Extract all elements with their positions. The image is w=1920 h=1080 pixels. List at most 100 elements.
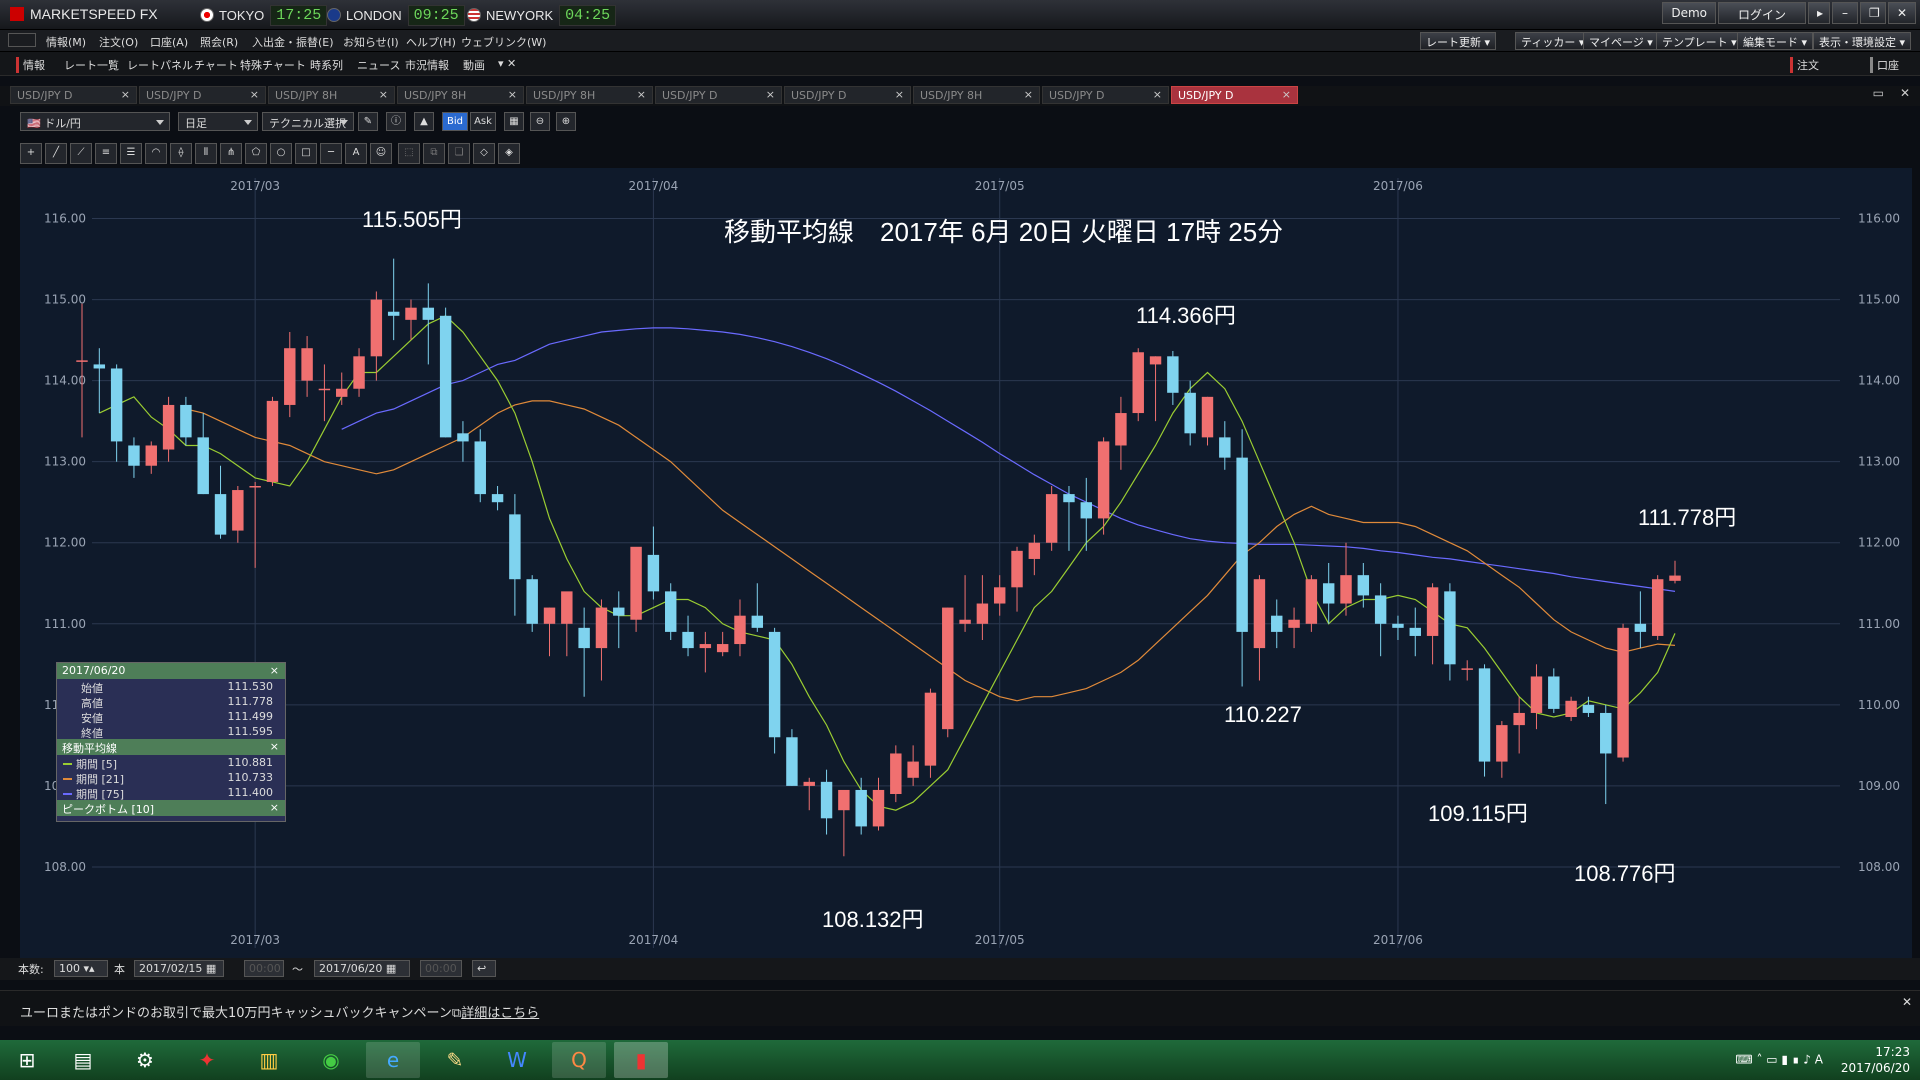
close-chart-icon[interactable]: ✕ <box>1900 86 1910 100</box>
grid-icon[interactable]: ▦ <box>504 112 524 131</box>
chart-tab[interactable]: USD/JPY D × <box>1171 86 1298 104</box>
erase-all-icon[interactable]: ◈ <box>498 143 520 164</box>
menu-item-notice[interactable]: お知らせ(I) <box>343 34 399 50</box>
close-icon[interactable]: × <box>270 664 279 677</box>
ime-indicator[interactable]: A <box>1815 1053 1823 1067</box>
pitchfork-icon[interactable]: ⋔ <box>220 143 242 164</box>
word-icon[interactable]: W <box>490 1042 544 1078</box>
submenu-timeseries[interactable]: 時系列 <box>310 57 343 73</box>
maximize-chart-icon[interactable]: ▭ <box>1873 86 1884 100</box>
candlestick-chart[interactable]: 116.00 116.00 115.00 115.00 114.00 114.00 113.… <box>20 168 1912 958</box>
copy-icon[interactable]: ⧉ <box>423 143 445 164</box>
menu-item-deposit[interactable]: 入出金・振替(E) <box>252 34 334 50</box>
chart-tab[interactable]: USD/JPY 8H × <box>268 86 395 104</box>
text-icon[interactable]: A <box>345 143 367 164</box>
ie-icon[interactable]: e <box>366 1042 420 1078</box>
submenu-dropdown-icon[interactable]: ▾ ✕ <box>498 57 516 70</box>
fibo-arc-icon[interactable]: ◠ <box>145 143 167 164</box>
close-icon[interactable]: × <box>270 740 279 753</box>
rectangle-icon[interactable]: □ <box>295 143 317 164</box>
submenu-video[interactable]: 動画 <box>463 57 485 73</box>
chart-tab[interactable]: USD/JPY D × <box>655 86 782 104</box>
period-select[interactable]: 日足 <box>178 112 258 131</box>
tab-close-icon[interactable]: × <box>250 88 259 101</box>
marketspeed-icon[interactable]: ▮ <box>614 1042 668 1078</box>
restore-icon[interactable]: ❐ <box>1860 2 1886 24</box>
eraser-icon[interactable]: ◇ <box>473 143 495 164</box>
menu-item-weblink[interactable]: ウェブリンク(W) <box>461 34 546 50</box>
layers-icon[interactable]: ❏ <box>448 143 470 164</box>
menu-item-account[interactable]: 口座(A) <box>150 34 188 50</box>
circle-icon[interactable]: ○ <box>270 143 292 164</box>
chart-tab[interactable]: USD/JPY D × <box>784 86 911 104</box>
tab-close-icon[interactable]: × <box>379 88 388 101</box>
acrobat-icon[interactable]: ✦ <box>180 1042 234 1078</box>
chart-tab[interactable]: USD/JPY 8H × <box>913 86 1040 104</box>
chart-tab[interactable]: USD/JPY D × <box>1042 86 1169 104</box>
demo-button[interactable]: Demo <box>1662 2 1716 24</box>
ticker-button[interactable]: ティッカー ▾ <box>1515 32 1591 50</box>
tab-close-icon[interactable]: × <box>121 88 130 101</box>
paint-icon[interactable]: ✎ <box>428 1042 482 1078</box>
edit-mode-button[interactable]: 編集モード ▾ <box>1737 32 1814 50</box>
tab-close-icon[interactable]: × <box>1024 88 1033 101</box>
pen-icon[interactable]: ✎ <box>358 112 378 131</box>
menu-item-inquiry[interactable]: 照会(R) <box>200 34 238 50</box>
menu-toggle-icon[interactable] <box>8 33 36 47</box>
tray-icons[interactable]: ⌨ ˄ ▭ ▮ ∎ ♪ <box>1735 1053 1814 1067</box>
submenu-special-chart[interactable]: 特殊チャート <box>240 57 306 73</box>
submenu-chart[interactable]: チャート <box>194 57 238 73</box>
trendline-icon[interactable]: ╱ <box>45 143 67 164</box>
account-button[interactable]: 口座 <box>1870 57 1899 73</box>
from-date-field[interactable]: 2017/02/15 ▦ <box>134 960 224 977</box>
stamp-icon[interactable]: ☺ <box>370 143 392 164</box>
submenu-info[interactable]: 情報 <box>16 57 45 73</box>
from-time-field[interactable]: 00:00 <box>244 960 284 977</box>
tab-close-icon[interactable]: × <box>1282 88 1291 101</box>
calendar-icon[interactable]: ▦ <box>206 962 216 975</box>
news-ticker[interactable]: ユーロまたはポンドのお取引で最大10万円キャッシュバックキャンペーン⧉詳細はこち… <box>0 990 1920 1026</box>
chart-tab[interactable]: USD/JPY 8H × <box>397 86 524 104</box>
chart-app-icon[interactable]: Q <box>552 1042 606 1078</box>
chart-tab[interactable]: USD/JPY 8H × <box>526 86 653 104</box>
submenu-market[interactable]: 市況情報 <box>405 57 449 73</box>
tab-close-icon[interactable]: × <box>508 88 517 101</box>
explorer-icon[interactable]: ▥ <box>242 1042 296 1078</box>
submenu-rate-panel[interactable]: レートパネル <box>127 57 193 73</box>
submenu-rate-list[interactable]: レート一覧 <box>64 57 119 73</box>
tab-close-icon[interactable]: × <box>766 88 775 101</box>
crosshair-icon[interactable]: + <box>20 143 42 164</box>
template-button[interactable]: テンプレート ▾ <box>1656 32 1743 50</box>
zoom-out-icon[interactable]: ⊖ <box>530 112 550 131</box>
to-time-field[interactable]: 00:00 <box>420 960 462 977</box>
to-date-field[interactable]: 2017/06/20 ▦ <box>314 960 410 977</box>
chrome-icon[interactable]: ◉ <box>304 1042 358 1078</box>
chart-tab[interactable]: USD/JPY D × <box>10 86 137 104</box>
close-icon[interactable]: × <box>270 801 279 814</box>
chart-area[interactable]: 116.00 116.00 115.00 115.00 114.00 114.00 113.… <box>20 168 1912 958</box>
order-button[interactable]: 注文 <box>1790 57 1819 73</box>
login-button[interactable]: ログイン <box>1718 2 1806 24</box>
ask-button[interactable]: Ask <box>470 112 496 131</box>
pair-select[interactable]: 🇺🇸 ドル/円 <box>20 112 170 131</box>
menu-item-info[interactable]: 情報(M) <box>46 34 86 50</box>
area-chart-icon[interactable]: ▲ <box>414 112 434 131</box>
polygon-icon[interactable]: ⬠ <box>245 143 267 164</box>
windows-start-icon[interactable]: ⊞ <box>0 1042 54 1078</box>
chart-tab[interactable]: USD/JPY D × <box>139 86 266 104</box>
mypage-button[interactable]: マイページ ▾ <box>1583 32 1659 50</box>
calendar-icon[interactable]: ▦ <box>386 962 396 975</box>
apply-range-icon[interactable]: ↩ <box>472 960 496 977</box>
display-settings-button[interactable]: 表示・環境設定 ▾ <box>1813 32 1912 50</box>
select-icon[interactable]: ⬚ <box>398 143 420 164</box>
folder-icon[interactable]: ▤ <box>56 1042 110 1078</box>
tab-close-icon[interactable]: × <box>637 88 646 101</box>
count-select[interactable]: 100 ▾▴ <box>54 960 108 977</box>
vlines-icon[interactable]: ⦀ <box>195 143 217 164</box>
news-link[interactable]: 詳細はこちら <box>461 1006 539 1021</box>
close-icon[interactable]: ✕ <box>1888 2 1916 24</box>
menu-item-order[interactable]: 注文(O) <box>99 34 138 50</box>
network-icon[interactable]: ⚙ <box>118 1042 172 1078</box>
submenu-news[interactable]: ニュース <box>357 57 400 73</box>
rate-update-button[interactable]: レート更新 ▾ <box>1420 32 1497 50</box>
